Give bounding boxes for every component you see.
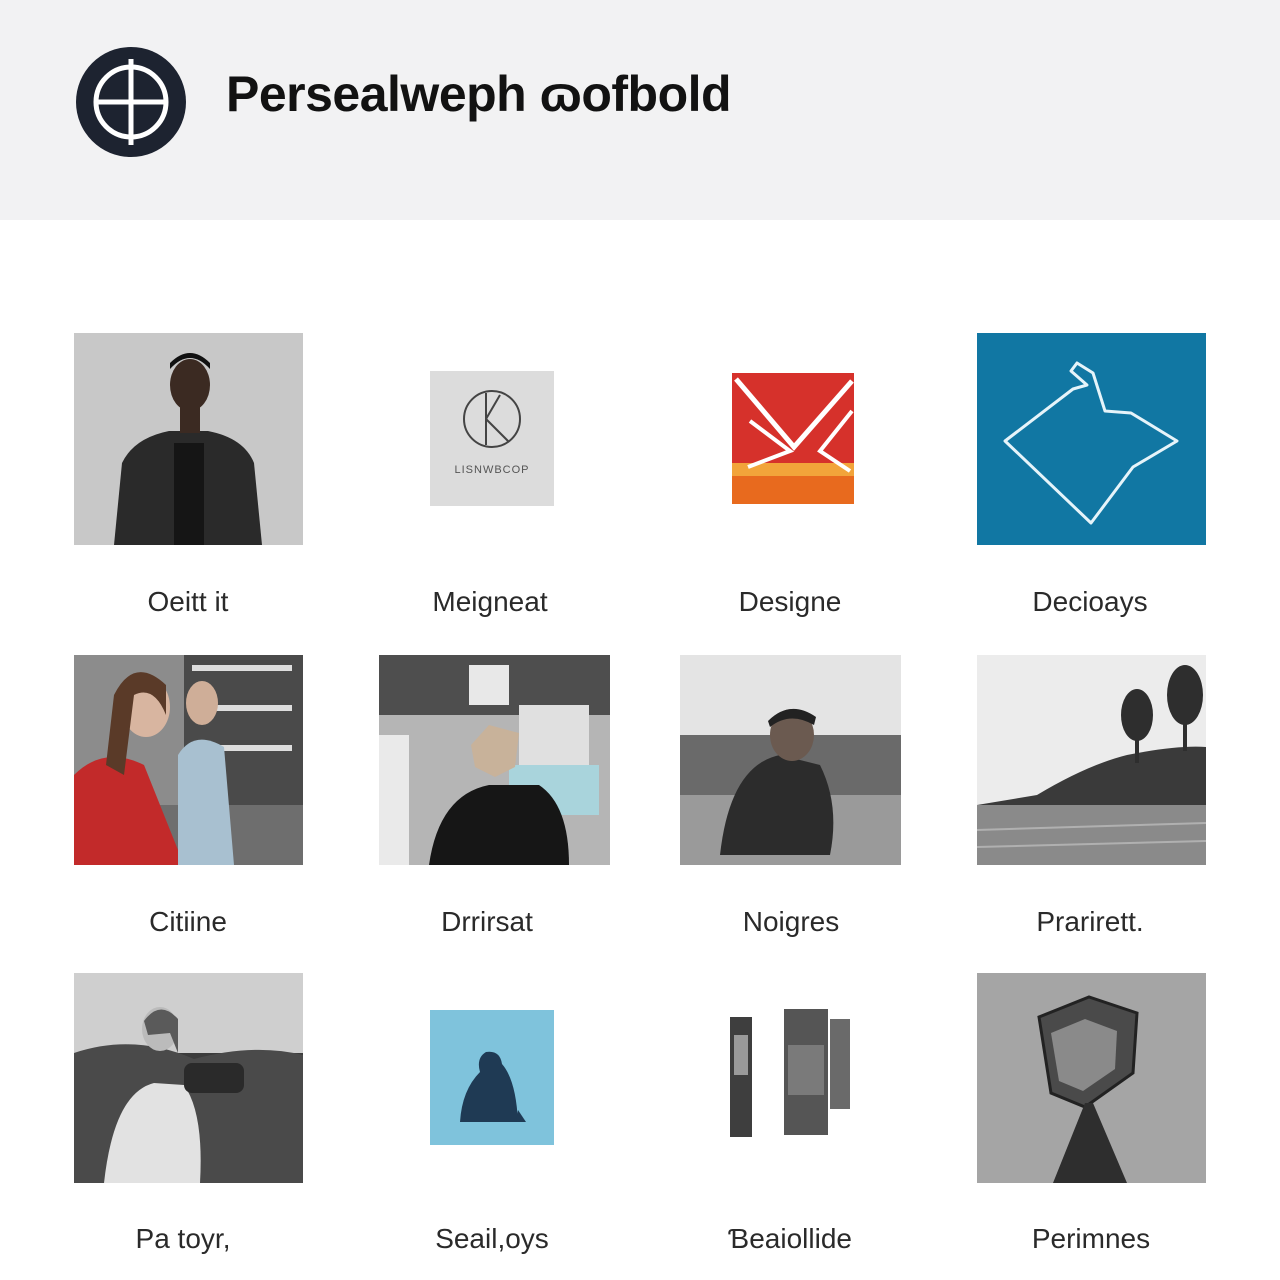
thumbnail-women-shop[interactable] [74,655,303,865]
caption-10: Seail,oys [435,1223,549,1254]
caption-11: Ɓeaiollide [728,1223,852,1254]
thumbnail-studio-mask[interactable] [379,655,610,865]
logo-icon[interactable] [74,45,188,159]
thumbnail-field-trees[interactable] [977,655,1206,865]
caption-8: Prarirett. [1036,906,1144,937]
thumbnail-man-sitting[interactable] [680,655,901,865]
thumbnail-portrait-man[interactable] [74,333,303,545]
caption-9: Pa toyr, [135,1223,231,1254]
caption-4: Decioays [1032,586,1148,617]
thumbnail-red-envelope[interactable] [730,371,856,506]
thumbnail-sign-post[interactable] [977,973,1206,1183]
caption-7: Noigres [742,906,840,937]
thumbnail-wall-panels[interactable] [728,1005,852,1147]
thumbnail-woman-field[interactable] [74,973,303,1183]
caption-2: Meignea​t [432,586,548,617]
caption-6: Drrirsat [441,906,533,937]
thumbnail-blue-outline[interactable] [977,333,1206,545]
thumbnail-bird-blue[interactable] [430,1010,554,1145]
logo-card-text: LISNWBCOP [454,464,529,476]
site-header: Persealweph ɷofbold [0,0,1280,220]
site-title: Persealweph ɷofbold [226,66,732,122]
caption-12: Perimnes [1031,1223,1151,1254]
caption-1: Oeitt it [147,586,229,617]
caption-3: Designe [738,586,842,617]
caption-5: Citiine [149,906,227,937]
thumbnail-logo-card[interactable]: LISNWBCOP [430,371,554,506]
